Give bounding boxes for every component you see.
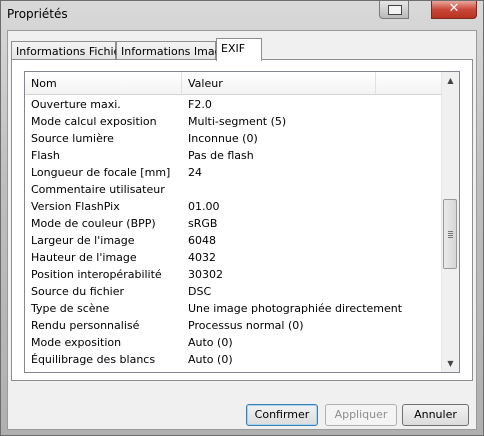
row-value: Pas de flash	[188, 149, 254, 162]
row-name: Longueur de focale [mm]	[31, 166, 171, 179]
column-divider[interactable]	[181, 72, 182, 94]
window-title: Propriétés	[7, 7, 68, 21]
table-row[interactable]: Type de scène Une image photographiée dir…	[25, 300, 443, 317]
restore-icon	[388, 5, 402, 15]
row-value: Processus normal (0)	[188, 319, 304, 332]
column-divider[interactable]	[375, 72, 376, 94]
tab-informations-fichier[interactable]: Informations Fichier	[11, 41, 125, 60]
row-name: Rendu personnalisé	[31, 319, 140, 332]
title-bar[interactable]: Propriétés ✕	[1, 1, 483, 29]
table-row[interactable]: Équilibrage des blancs Auto (0)	[25, 351, 443, 368]
row-name: Longueur de focale (35mm)	[31, 368, 184, 372]
row-value: F2.0	[188, 98, 212, 111]
tab-informations-image[interactable]: Informations Image	[116, 41, 228, 60]
exif-list[interactable]: Nom Valeur Ouverture maxi. F2.0 Mode calcu…	[24, 71, 460, 373]
apply-button[interactable]: Appliquer	[325, 404, 397, 426]
properties-dialog: Propriétés ✕ Informations Fichier Inform…	[0, 0, 484, 436]
row-value: 24	[188, 368, 202, 372]
table-row[interactable]: Longueur de focale (35mm) 24	[25, 368, 443, 372]
table-row[interactable]: Hauteur de l'image 4032	[25, 249, 443, 266]
row-value: Multi-segment (5)	[188, 115, 287, 128]
list-rows: Ouverture maxi. F2.0 Mode calcul expositio…	[25, 96, 443, 372]
restore-button[interactable]	[379, 1, 409, 19]
row-name: Source lumière	[31, 132, 114, 145]
table-row[interactable]: Version FlashPix 01.00	[25, 198, 443, 215]
row-name: Mode de couleur (BPP)	[31, 217, 156, 230]
row-value: 01.00	[188, 200, 220, 213]
table-row[interactable]: Flash Pas de flash	[25, 147, 443, 164]
exif-panel: Nom Valeur Ouverture maxi. F2.0 Mode calcu…	[11, 59, 473, 381]
row-name: Source du fichier	[31, 285, 125, 298]
table-row[interactable]: Ouverture maxi. F2.0	[25, 96, 443, 113]
row-value: 30302	[188, 268, 223, 281]
scroll-up-icon[interactable]: ▲	[442, 72, 459, 89]
row-value: Une image photographiée directement	[188, 302, 403, 315]
row-name: Flash	[31, 149, 60, 162]
cancel-button[interactable]: Annuler	[402, 404, 469, 426]
table-row[interactable]: Largeur de l'image 6048	[25, 232, 443, 249]
row-name: Équilibrage des blancs	[31, 353, 156, 366]
confirm-button[interactable]: Confirmer	[246, 404, 318, 426]
row-name: Position interopérabilité	[31, 268, 162, 281]
row-name: Ouverture maxi.	[31, 98, 121, 111]
column-header-valeur[interactable]: Valeur	[188, 77, 223, 90]
row-value: 6048	[188, 234, 216, 247]
table-row[interactable]: Longueur de focale [mm] 24	[25, 164, 443, 181]
table-row[interactable]: Source du fichier DSC	[25, 283, 443, 300]
row-name: Type de scène	[31, 302, 110, 315]
row-name: Commentaire utilisateur	[31, 183, 165, 196]
row-value: 4032	[188, 251, 216, 264]
row-value: DSC	[188, 285, 212, 298]
row-value: Auto (0)	[188, 336, 233, 349]
table-row[interactable]: Mode calcul exposition Multi-segment (5)	[25, 113, 443, 130]
row-name: Hauteur de l'image	[31, 251, 137, 264]
row-name: Largeur de l'image	[31, 234, 135, 247]
row-name: Mode exposition	[31, 336, 122, 349]
table-row[interactable]: Mode exposition Auto (0)	[25, 334, 443, 351]
tab-exif[interactable]: EXIF	[216, 38, 262, 61]
dialog-body: Informations Fichier Informations Image …	[7, 30, 477, 430]
row-value: Auto (0)	[188, 353, 233, 366]
table-row[interactable]: Rendu personnalisé Processus normal (0)	[25, 317, 443, 334]
row-value: sRGB	[188, 217, 218, 230]
scroll-down-icon[interactable]: ▼	[442, 355, 459, 372]
list-header: Nom Valeur	[25, 72, 443, 95]
scrollbar-thumb[interactable]	[443, 199, 457, 269]
row-value: Inconnue (0)	[188, 132, 258, 145]
close-button[interactable]: ✕	[431, 1, 477, 19]
vertical-scrollbar[interactable]: ▲ ▼	[441, 72, 459, 372]
table-row[interactable]: Commentaire utilisateur	[25, 181, 443, 198]
table-row[interactable]: Position interopérabilité 30302	[25, 266, 443, 283]
row-name: Mode calcul exposition	[31, 115, 157, 128]
table-row[interactable]: Mode de couleur (BPP) sRGB	[25, 215, 443, 232]
row-value: 24	[188, 166, 202, 179]
row-name: Version FlashPix	[31, 200, 120, 213]
column-header-nom[interactable]: Nom	[31, 77, 57, 90]
table-row[interactable]: Source lumière Inconnue (0)	[25, 130, 443, 147]
grip-icon	[448, 231, 453, 239]
